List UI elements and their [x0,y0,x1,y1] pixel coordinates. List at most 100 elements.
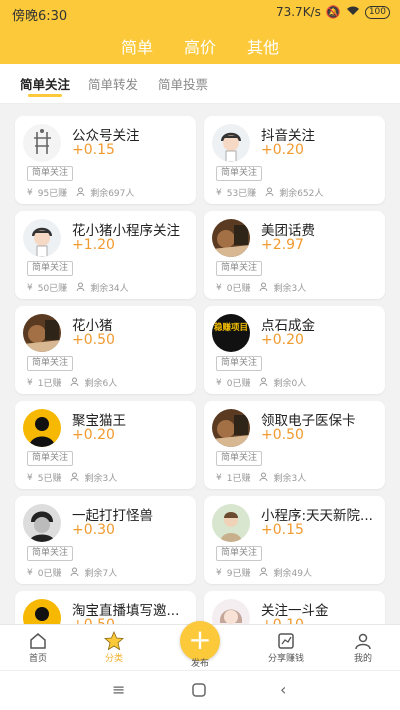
yen-icon: ¥ [216,377,222,388]
task-reward: +0.10 [261,617,304,624]
subtab-simple-forward[interactable]: 简单转发 [88,74,138,93]
task-card[interactable]: 稳赚项目 点石成金 +0.20 简单关注 ¥0已赚 剩余0人 [204,306,385,394]
menu-icon[interactable]: ≡ [112,680,125,699]
task-title: 一起打打怪兽 [72,508,153,524]
remaining-count: 剩余3人 [273,284,307,294]
wifi-icon [346,5,360,19]
remaining-count: 剩余7人 [84,569,118,579]
task-category-badge: 简单关注 [27,546,74,561]
task-card[interactable]: 淘宝直播填写邀...+0.50简单关注 [15,591,196,624]
earned-count: 1已赚 [37,379,62,389]
task-reward: +0.50 [72,617,115,624]
tab-simple[interactable]: 简单 [107,34,167,68]
task-card[interactable]: 聚宝猫王 +0.20 简单关注 ¥5已赚 剩余3人 [15,401,196,489]
nav-mine[interactable]: 我的 [333,631,393,664]
task-avatar [212,219,250,257]
task-reward: +0.20 [261,332,304,348]
status-indicators: 73.7K/s 🔕 100 [276,5,390,19]
tab-other[interactable]: 其他 [233,34,293,58]
remaining-count: 剩余3人 [84,474,118,484]
task-title: 关注一斗金 [261,603,329,619]
earned-count: 0已赚 [37,569,62,579]
back-icon[interactable]: ‹ [280,680,286,699]
task-card[interactable]: 抖音关注 +0.20 简单关注 ¥53已赚 剩余652人 [204,116,385,204]
task-reward: +0.20 [72,427,115,443]
person-icon [259,567,268,579]
task-stats: ¥95已赚 剩余697人 [27,186,134,199]
user-icon [333,631,393,651]
task-title: 抖音关注 [261,128,315,144]
task-title: 聚宝猫王 [72,413,126,429]
remaining-count: 剩余3人 [273,474,307,484]
task-category-badge: 简单关注 [216,356,263,371]
task-card[interactable]: 领取电子医保卡 +0.50 简单关注 ¥1已赚 剩余3人 [204,401,385,489]
task-card[interactable]: 公众号关注 +0.15 简单关注 ¥95已赚 剩余697人 [15,116,196,204]
yen-icon: ¥ [216,282,222,293]
task-card[interactable]: 花小猪 +0.50 简单关注 ¥1已赚 剩余6人 [15,306,196,394]
task-stats: ¥53已赚 剩余652人 [216,186,323,199]
yen-icon: ¥ [27,282,33,293]
task-stats: ¥50已赚 剩余34人 [27,281,129,294]
publish-button[interactable]: + [180,621,220,661]
home-square-icon[interactable] [192,682,206,701]
task-reward: +0.50 [72,332,115,348]
task-avatar [23,409,61,447]
chart-icon [256,631,316,651]
task-title: 点石成金 [261,318,315,334]
task-stats: ¥0已赚 剩余7人 [27,566,117,579]
nav-category[interactable]: 分类 [84,631,144,664]
nav-home[interactable]: 首页 [8,631,68,664]
top-tabs: 简单 高价 其他 [0,30,400,68]
yen-icon: ¥ [27,377,33,388]
plus-icon: + [188,623,212,656]
earned-count: 0已赚 [226,379,251,389]
person-icon [76,187,85,199]
task-category-badge: 简单关注 [216,261,263,276]
avatar-logo-text: 稳赚项目 [213,323,248,333]
task-category-badge: 简单关注 [27,451,74,466]
yen-icon: ¥ [216,567,222,578]
task-reward: +2.97 [261,237,304,253]
tab-high-price[interactable]: 高价 [170,34,230,58]
subtab-simple-follow[interactable]: 简单关注 [20,74,70,93]
task-avatar [212,599,250,624]
publish-label: 发布 [190,659,209,669]
person-icon [259,282,268,294]
task-stats: ¥0已赚 剩余3人 [216,281,306,294]
task-avatar [23,124,61,162]
person-icon [259,472,268,484]
task-stats: ¥1已赚 剩余6人 [27,376,117,389]
earned-count: 1已赚 [226,474,251,484]
person-icon [265,187,274,199]
earned-count: 95已赚 [37,189,68,199]
nav-mine-label: 我的 [353,654,372,664]
task-stats: ¥5已赚 剩余3人 [27,471,117,484]
task-title: 领取电子医保卡 [261,413,356,429]
task-card[interactable]: 花小猪小程序关注 +1.20 简单关注 ¥50已赚 剩余34人 [15,211,196,299]
task-title: 淘宝直播填写邀... [72,603,180,619]
task-avatar [23,314,61,352]
task-card[interactable]: 小程序:天天新院... +0.15 简单关注 ¥9已赚 剩余49人 [204,496,385,584]
remaining-count: 剩余49人 [273,569,312,579]
sub-tabs: 简单关注 简单转发 简单投票 [0,64,400,104]
active-tab-indicator [28,94,62,97]
task-title: 花小猪小程序关注 [72,223,180,239]
task-list: 公众号关注 +0.15 简单关注 ¥95已赚 剩余697人 抖音关注 +0.20 简单关注 ¥5… [0,104,400,624]
task-stats: ¥9已赚 剩余49人 [216,566,312,579]
person-icon [70,472,79,484]
task-title: 花小猪 [72,318,113,334]
task-card[interactable]: 关注一斗金+0.10简单关注 [204,591,385,624]
task-stats: ¥1已赚 剩余3人 [216,471,306,484]
task-card[interactable]: 美团话费 +2.97 简单关注 ¥0已赚 剩余3人 [204,211,385,299]
nav-share-earn[interactable]: 分享赚钱 [256,631,316,664]
earned-count: 0已赚 [226,284,251,294]
task-reward: +0.20 [261,142,304,158]
subtab-simple-vote[interactable]: 简单投票 [158,74,208,93]
earned-count: 9已赚 [226,569,251,579]
nav-category-label: 分类 [104,654,123,664]
star-icon [84,631,144,651]
task-category-badge: 简单关注 [27,166,74,181]
yen-icon: ¥ [27,472,33,483]
task-card[interactable]: 一起打打怪兽 +0.30 简单关注 ¥0已赚 剩余7人 [15,496,196,584]
task-reward: +0.15 [72,142,115,158]
